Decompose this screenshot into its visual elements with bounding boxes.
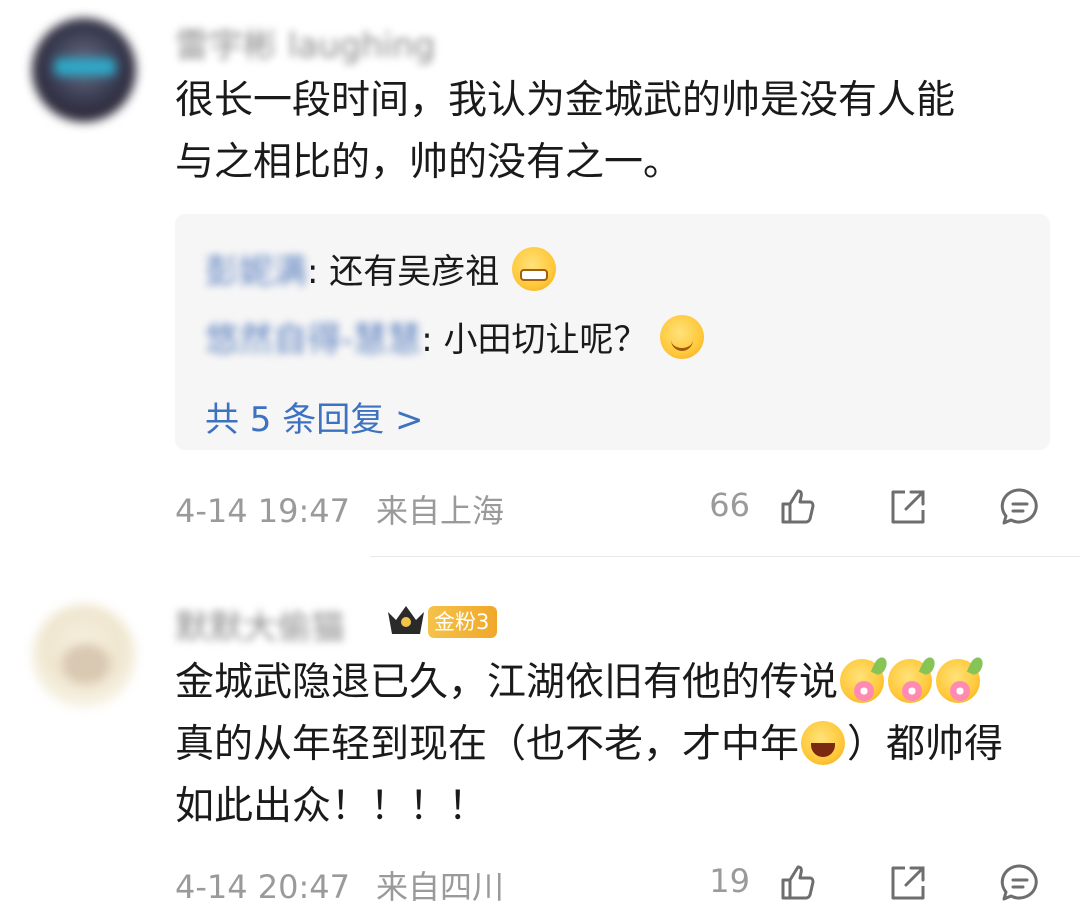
- comment-2: 默默大偷猫 金粉3 金城武隐退已久，江湖依旧有他的传说 真的从年轻到现在（也不老…: [0, 0, 1080, 912]
- crown-icon: [388, 606, 424, 634]
- location: 来自四川: [376, 868, 505, 906]
- like-icon[interactable]: [777, 862, 817, 902]
- comment-text-line: 金城武隐退已久，江湖依旧有他的传说: [175, 652, 1055, 714]
- comment-text-line: 真的从年轻到现在（也不老，才中年 ）都帅得: [175, 714, 1055, 776]
- comment-text-segment: 真的从年轻到现在（也不老，才中年: [175, 722, 800, 767]
- comment-text: 金城武隐退已久，江湖依旧有他的传说 真的从年轻到现在（也不老，才中年 ）都帅得 如…: [175, 652, 1055, 838]
- comment-text-segment: ）都帅得: [847, 722, 1004, 767]
- comment-meta: 4-14 20:47 来自四川 19: [175, 862, 1050, 906]
- comment-text-line: 如此出众！！！！: [175, 784, 488, 829]
- like-count: 19: [709, 862, 750, 900]
- flower-emoji-icon: [840, 659, 885, 703]
- avatar[interactable]: [32, 604, 136, 708]
- username[interactable]: 默默大偷猫: [175, 600, 345, 649]
- laugh-emoji-icon: [801, 721, 846, 765]
- comment-text-segment: 金城武隐退已久，江湖依旧有他的传说: [175, 660, 839, 705]
- time: 4-14 20:47: [175, 868, 351, 906]
- flower-emoji-icon: [936, 659, 981, 703]
- share-icon[interactable]: [887, 862, 929, 904]
- flower-emoji-icon: [888, 659, 933, 703]
- fan-badge[interactable]: 金粉3: [428, 606, 498, 638]
- comment-timestamp: 4-14 20:47 来自四川: [175, 862, 504, 908]
- comment-icon[interactable]: [999, 862, 1041, 904]
